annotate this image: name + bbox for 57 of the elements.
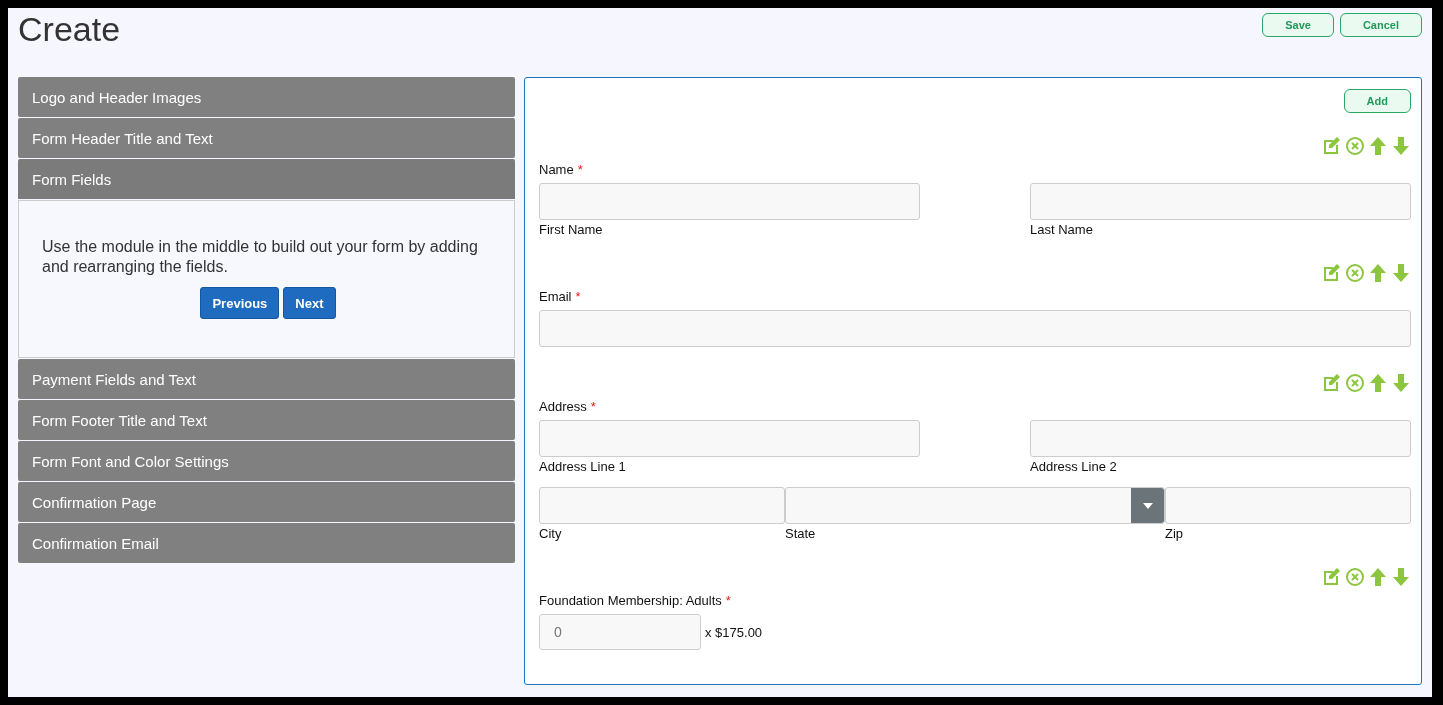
price-text: x $175.00 bbox=[705, 624, 763, 640]
cancel-button[interactable]: Cancel bbox=[1339, 13, 1422, 37]
accordion-header[interactable]: Form Font and Color Settings bbox=[18, 441, 515, 481]
text-input[interactable] bbox=[539, 310, 1411, 347]
input-sublabel: First Name bbox=[539, 222, 604, 237]
input-sublabel: State bbox=[785, 526, 817, 541]
accordion-header[interactable]: Form Fields bbox=[18, 159, 515, 199]
save-button[interactable]: Save bbox=[1262, 13, 1334, 37]
required-marker: * bbox=[577, 162, 583, 177]
arrow-down-icon[interactable] bbox=[1391, 373, 1411, 393]
delete-icon[interactable] bbox=[1345, 373, 1365, 393]
accordion-header[interactable]: Form Footer Title and Text bbox=[18, 400, 515, 440]
add-button[interactable]: Add bbox=[1343, 89, 1411, 113]
arrow-up-icon[interactable] bbox=[1368, 136, 1388, 156]
arrow-up-icon[interactable] bbox=[1368, 373, 1388, 393]
delete-icon[interactable] bbox=[1345, 567, 1365, 587]
text-input[interactable] bbox=[539, 487, 785, 524]
instruction-text: Use the module in the middle to build out your form by adding and rearranging the fields. bbox=[42, 237, 479, 277]
edit-icon[interactable] bbox=[1322, 567, 1342, 587]
field-label: Address bbox=[539, 399, 587, 414]
select-dropdown[interactable] bbox=[785, 487, 1165, 524]
required-marker: * bbox=[590, 399, 596, 414]
edit-icon[interactable] bbox=[1322, 136, 1342, 156]
accordion-header[interactable]: Confirmation Email bbox=[18, 523, 515, 563]
text-input[interactable] bbox=[1030, 420, 1411, 457]
field-label: Email bbox=[539, 289, 572, 304]
input-sublabel: Address Line 2 bbox=[1030, 459, 1118, 474]
caret-icon bbox=[1142, 502, 1153, 509]
arrow-up-icon[interactable] bbox=[1368, 263, 1388, 283]
delete-icon[interactable] bbox=[1345, 263, 1365, 283]
text-input[interactable] bbox=[1165, 487, 1411, 524]
edit-icon[interactable] bbox=[1322, 373, 1342, 393]
input-sublabel: Address Line 1 bbox=[539, 459, 627, 474]
input-sublabel: Last Name bbox=[1030, 222, 1094, 237]
accordion-header[interactable]: Form Header Title and Text bbox=[18, 118, 515, 158]
required-marker: * bbox=[725, 593, 731, 608]
required-marker: * bbox=[575, 289, 581, 304]
field-label: Foundation Membership: Adults bbox=[539, 593, 722, 608]
edit-icon[interactable] bbox=[1322, 263, 1342, 283]
next-button[interactable]: Next bbox=[283, 287, 336, 319]
delete-icon[interactable] bbox=[1345, 136, 1365, 156]
accordion-header[interactable]: Confirmation Page bbox=[18, 482, 515, 522]
page-title: Create bbox=[18, 10, 121, 49]
quantity-input[interactable]: 0 bbox=[539, 614, 701, 650]
arrow-down-icon[interactable] bbox=[1391, 567, 1411, 587]
text-input[interactable] bbox=[1030, 183, 1411, 220]
previous-button[interactable]: Previous bbox=[200, 287, 280, 319]
field-label: Name bbox=[539, 162, 574, 177]
accordion-header[interactable]: Payment Fields and Text bbox=[18, 359, 515, 399]
text-input[interactable] bbox=[539, 183, 920, 220]
accordion-header[interactable]: Logo and Header Images bbox=[18, 77, 515, 117]
text-input[interactable] bbox=[539, 420, 920, 457]
input-sublabel: City bbox=[539, 526, 563, 541]
arrow-up-icon[interactable] bbox=[1368, 567, 1388, 587]
arrow-down-icon[interactable] bbox=[1391, 263, 1411, 283]
input-sublabel: Zip bbox=[1165, 526, 1185, 541]
arrow-down-icon[interactable] bbox=[1391, 136, 1411, 156]
